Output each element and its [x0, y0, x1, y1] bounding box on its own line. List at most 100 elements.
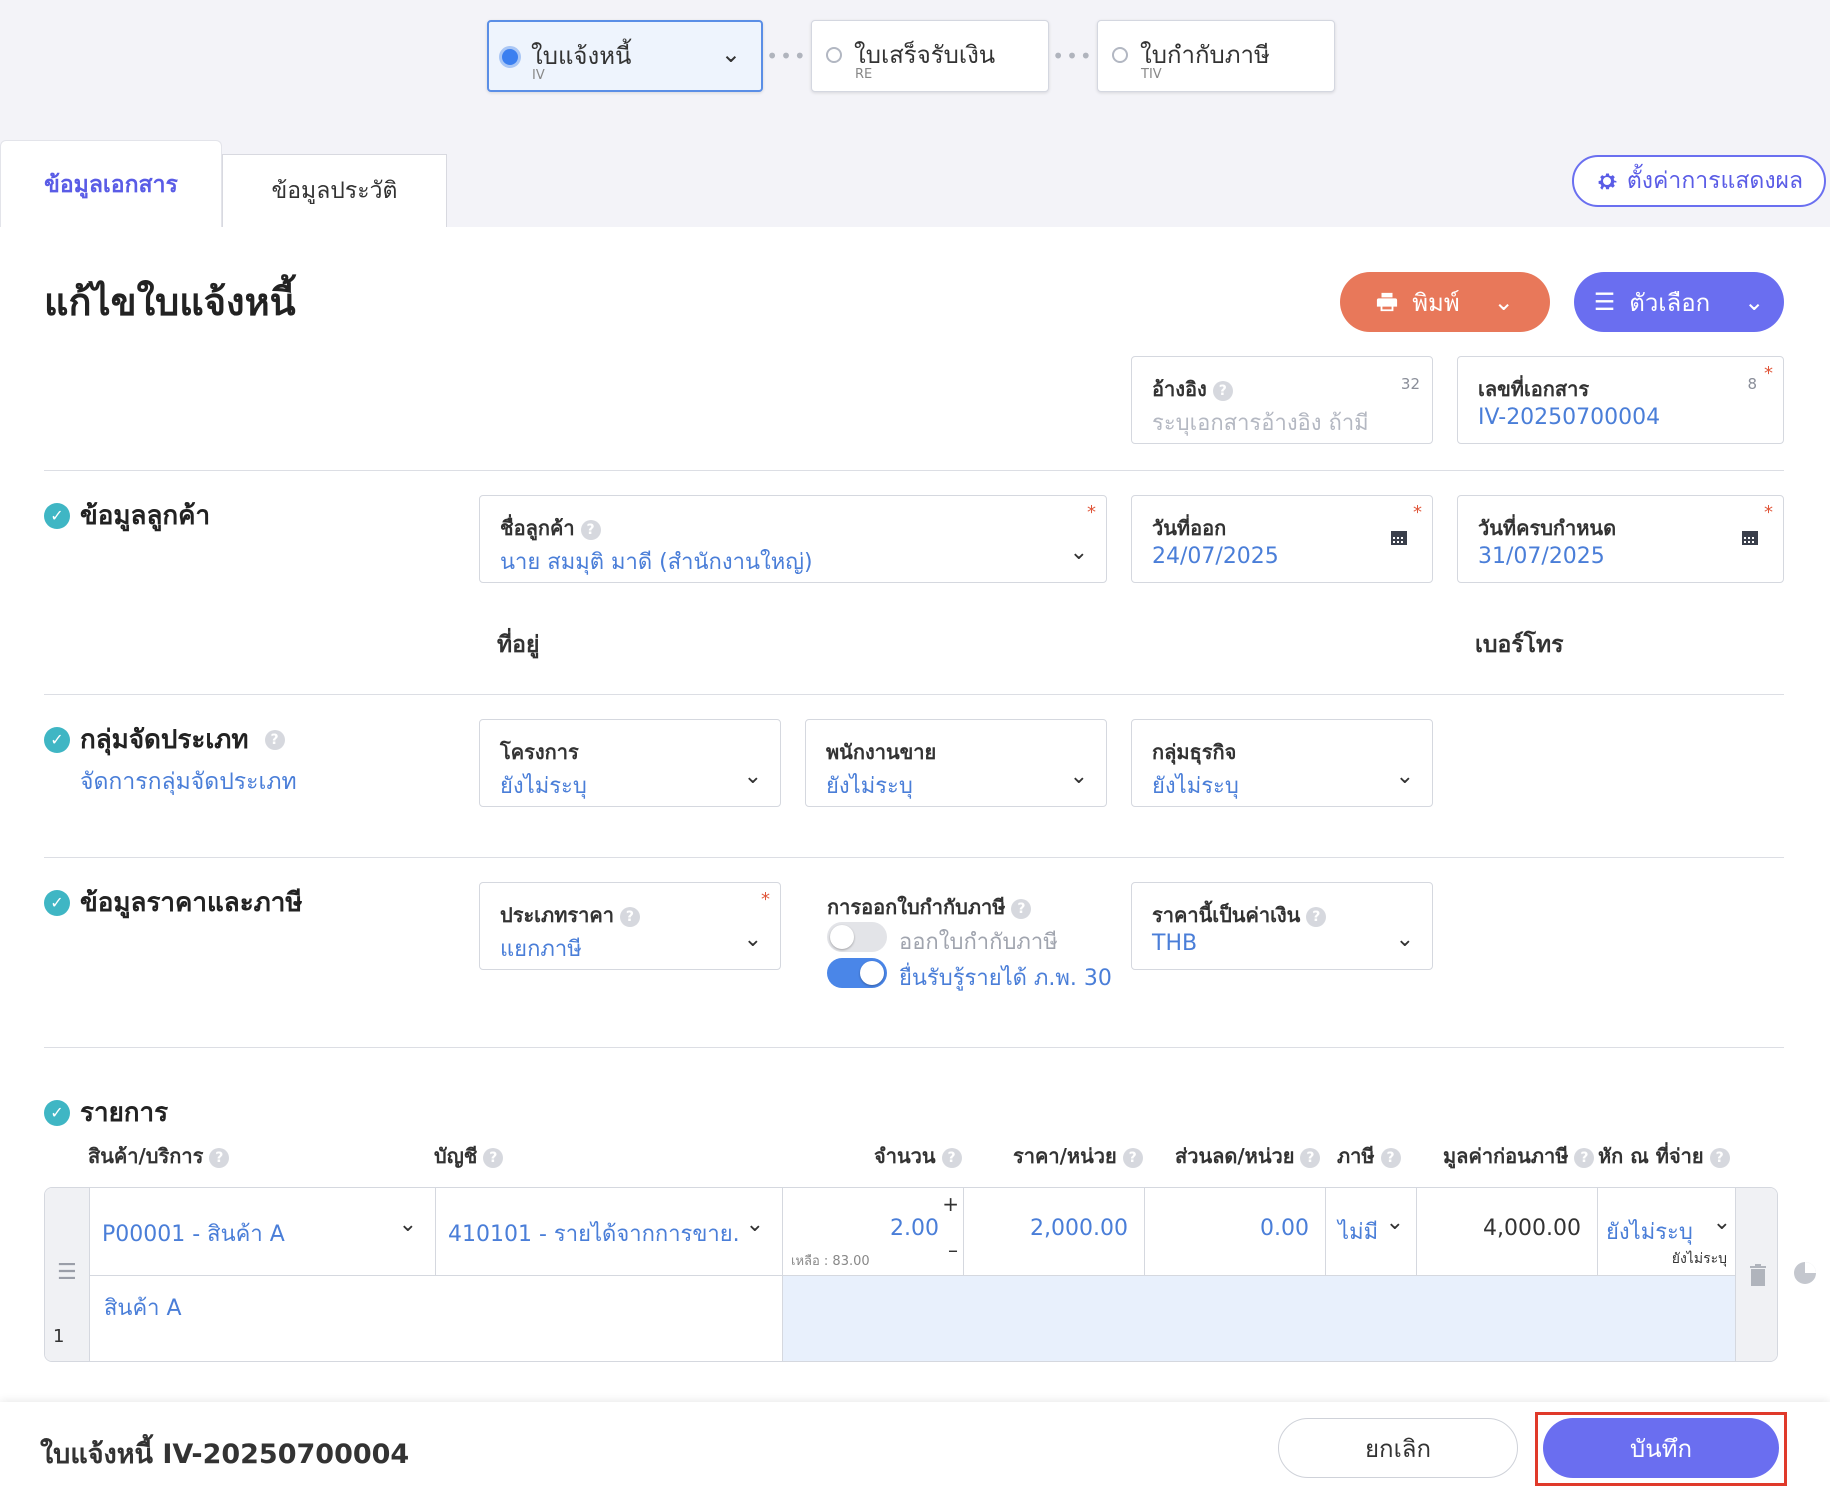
chevron-down-icon[interactable]: ⌄	[721, 40, 741, 68]
display-settings-label: ตั้งค่าการแสดงผล	[1626, 168, 1804, 194]
business-group-label: กลุ่มธุรกิจ	[1152, 740, 1237, 764]
customer-name-select[interactable]: ชื่อลูกค้า? * นาย สมมุติ มาดี (สำนักงานใ…	[479, 495, 1107, 583]
help-icon: ?	[1380, 1147, 1401, 1168]
delete-row-button[interactable]	[1735, 1188, 1777, 1361]
print-button[interactable]: พิมพ์ ⌄	[1340, 272, 1550, 332]
revenue-recognition-toggle[interactable]	[827, 958, 887, 988]
unit-price-input[interactable]: 2,000.00	[964, 1188, 1145, 1276]
divider	[44, 857, 1784, 858]
issue-tax-invoice-toggle[interactable]	[827, 922, 887, 952]
chevron-down-icon: ⌄	[745, 1212, 764, 1237]
required-mark: *	[761, 889, 770, 910]
drag-icon: ☰	[57, 1260, 77, 1285]
tax-value: ไม่มี	[1338, 1220, 1379, 1245]
printer-icon	[1377, 292, 1398, 312]
price-type-select[interactable]: ประเภทราคา? * แยกภาษี ⌄	[479, 882, 781, 970]
decrement-button[interactable]: –	[948, 1238, 958, 1262]
product-select[interactable]: P00001 - สินค้า A ⌄	[90, 1188, 436, 1276]
remaining-qty: เหลือ : 83.00	[791, 1254, 870, 1269]
reference-field[interactable]: อ้างอิง? 32 ระบุเอกสารอ้างอิง ถ้ามี	[1131, 356, 1433, 444]
tab-history[interactable]: ข้อมูลประวัติ	[222, 154, 447, 228]
discount-input[interactable]: 0.00	[1145, 1188, 1326, 1276]
help-icon: ?	[264, 729, 285, 750]
step-receipt[interactable]: ใบเสร็จรับเงิน RE	[811, 20, 1049, 92]
step-tax-invoice[interactable]: ใบกำกับภาษี TIV	[1097, 20, 1335, 92]
item-description[interactable]: สินค้า A	[90, 1276, 783, 1361]
radio-selected-icon	[499, 46, 521, 68]
product-value: P00001 - สินค้า A	[102, 1222, 285, 1247]
help-icon: ?	[1574, 1147, 1595, 1168]
pre-tax-value: 4,000.00	[1483, 1216, 1581, 1241]
display-settings-button[interactable]: ตั้งค่าการแสดงผล	[1572, 155, 1826, 207]
chevron-down-icon: ⌄	[1069, 540, 1088, 565]
due-date-value: 31/07/2025	[1478, 544, 1605, 569]
tax-invoice-label: การออกใบกำกับภาษี?	[827, 891, 1032, 923]
tax-select[interactable]: ไม่มี ⌄	[1326, 1188, 1417, 1276]
required-mark: *	[1413, 502, 1422, 523]
increment-button[interactable]: +	[942, 1192, 959, 1216]
withholding-select[interactable]: ยังไม่ระบุ ⌄ ยังไม่ระบุ	[1598, 1188, 1735, 1276]
step-invoice[interactable]: ใบแจ้งหนี้ IV ⌄	[487, 20, 763, 92]
col-header-tax: ภาษี?	[1337, 1140, 1401, 1172]
required-mark: *	[1764, 502, 1773, 523]
chevron-down-icon: ⌄	[1493, 288, 1514, 316]
menu-icon: ☰	[1593, 288, 1616, 316]
due-date-field[interactable]: วันที่ครบกำหนด * 31/07/2025	[1457, 495, 1784, 583]
items-table: ☰ 1 P00001 - สินค้า A ⌄ 410101 - รายได้จ…	[44, 1187, 1778, 1362]
issue-tax-invoice-label: ออกใบกำกับภาษี	[899, 930, 1058, 955]
chevron-down-icon: ⌄	[1069, 764, 1088, 789]
col-header-discount: ส่วนลด/หน่วย?	[1175, 1140, 1321, 1172]
gear-icon	[1598, 173, 1617, 190]
required-mark: *	[1764, 363, 1773, 384]
step-connector: •••	[766, 44, 808, 68]
save-button[interactable]: บันทึก	[1543, 1418, 1779, 1478]
help-icon: ?	[1709, 1147, 1730, 1168]
project-select[interactable]: โครงการ ยังไม่ระบุ ⌄	[479, 719, 781, 807]
qty-value: 2.00	[890, 1216, 939, 1241]
withholding-value: ยังไม่ระบุ	[1606, 1220, 1693, 1245]
tab-document[interactable]: ข้อมูลเอกสาร	[0, 140, 222, 228]
divider	[44, 470, 1784, 471]
withholding-sub: ยังไม่ระบุ	[1671, 1251, 1727, 1267]
help-icon: ?	[1122, 1147, 1143, 1168]
step-code: IV	[532, 68, 545, 83]
account-value: 410101 - รายได้จากการขาย...	[448, 1222, 738, 1247]
salesperson-select[interactable]: พนักงานขาย ยังไม่ระบุ ⌄	[805, 719, 1107, 807]
issue-date-field[interactable]: วันที่ออก * 24/07/2025	[1131, 495, 1433, 583]
currency-select[interactable]: ราคานี้เป็นค่าเงิน? THB ⌄	[1131, 882, 1433, 970]
price-type-value: แยกภาษี	[500, 937, 582, 962]
check-icon: ✓	[44, 889, 70, 916]
account-select[interactable]: 410101 - รายได้จากการขาย... ⌄	[436, 1188, 783, 1276]
customer-name-value: นาย สมมุติ มาดี (สำนักงานใหญ่)	[500, 550, 813, 575]
document-flow: ใบแจ้งหนี้ IV ⌄ ••• ใบเสร็จรับเงิน RE ••…	[487, 20, 1335, 92]
col-header-product: สินค้า/บริการ?	[88, 1140, 230, 1172]
doc-number-field[interactable]: เลขที่เอกสาร 8 * IV-20250700004	[1457, 356, 1784, 444]
customer-section-title: ✓ ข้อมูลลูกค้า	[44, 495, 210, 536]
col-header-pre-tax: มูลค่าก่อนภาษี?	[1443, 1140, 1595, 1172]
price-section-title: ✓ ข้อมูลราคาและภาษี	[44, 882, 303, 923]
drag-handle[interactable]: ☰ 1	[45, 1188, 90, 1361]
issue-date-value: 24/07/2025	[1152, 544, 1279, 569]
pie-chart-icon[interactable]	[1792, 1260, 1818, 1286]
step-name: ใบเสร็จรับเงิน	[854, 41, 996, 69]
qty-stepper[interactable]: 2.00 เหลือ : 83.00 + –	[783, 1188, 964, 1276]
required-mark: *	[1087, 502, 1096, 523]
business-group-select[interactable]: กลุ่มธุรกิจ ยังไม่ระบุ ⌄	[1131, 719, 1433, 807]
cancel-button[interactable]: ยกเลิก	[1278, 1418, 1518, 1478]
pre-tax-value-cell: 4,000.00	[1417, 1188, 1598, 1276]
calendar-icon[interactable]	[1390, 528, 1408, 546]
chevron-down-icon: ⌄	[1712, 1210, 1731, 1235]
calendar-icon[interactable]	[1741, 528, 1759, 546]
divider	[44, 694, 1784, 695]
step-code: TIV	[1141, 67, 1162, 82]
help-icon: ?	[209, 1147, 230, 1168]
salesperson-value: ยังไม่ระบุ	[826, 774, 913, 799]
radio-icon	[826, 47, 842, 63]
chevron-down-icon: ⌄	[743, 764, 762, 789]
options-button[interactable]: ☰ ตัวเลือก ⌄	[1574, 272, 1784, 332]
currency-value: THB	[1152, 931, 1198, 956]
manage-groups-link[interactable]: จัดการกลุ่มจัดประเภท	[80, 764, 297, 800]
row-index: 1	[53, 1326, 65, 1347]
project-value: ยังไม่ระบุ	[500, 774, 587, 799]
chevron-down-icon: ⌄	[1395, 927, 1414, 952]
